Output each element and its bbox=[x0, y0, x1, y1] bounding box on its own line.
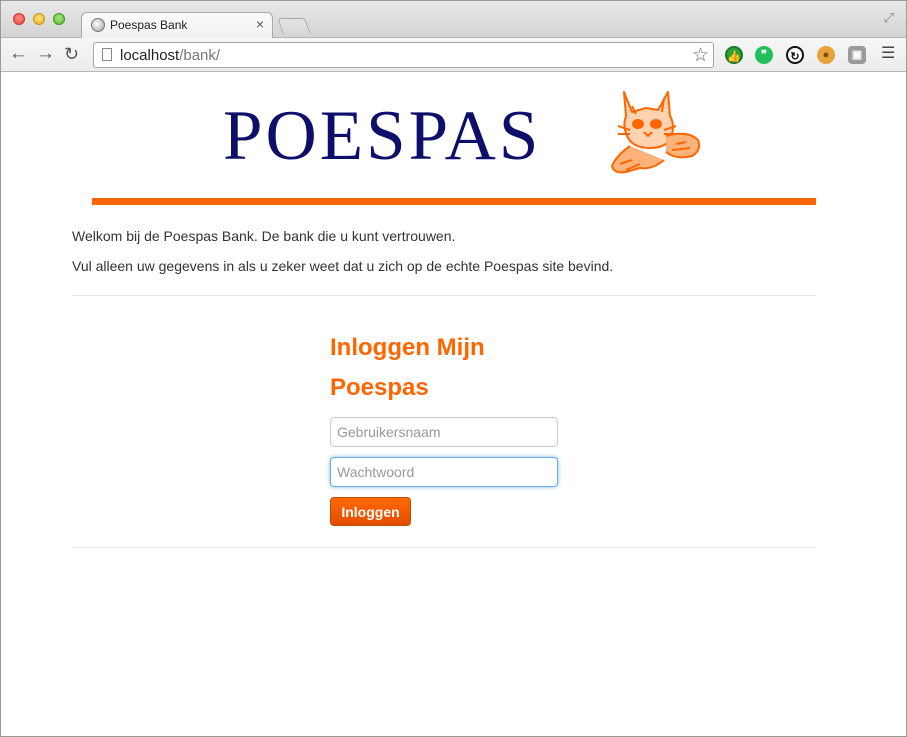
tab-close-icon[interactable]: × bbox=[256, 16, 264, 32]
browser-toolbar: ← → ↻ localhost/bank/ ☆ 👍 ❞ ↻ ● ▣ ☰ bbox=[1, 38, 906, 72]
favicon-icon bbox=[91, 18, 105, 32]
divider bbox=[72, 547, 816, 548]
tab-title: Poespas Bank bbox=[110, 18, 188, 32]
hangouts-extension-icon[interactable]: ❞ bbox=[755, 46, 773, 64]
page-icon bbox=[102, 48, 112, 61]
film-extension-icon[interactable]: ▣ bbox=[848, 46, 866, 64]
url-host: localhost bbox=[120, 47, 180, 64]
fullscreen-icon[interactable]: ⤢ bbox=[884, 10, 894, 26]
login-title: Inloggen Mijn Poespas bbox=[330, 334, 485, 401]
browser-window: Poespas Bank × ⤢ ← → ↻ localhost/bank/ ☆… bbox=[0, 0, 907, 737]
bookmark-star-icon[interactable]: ☆ bbox=[692, 44, 709, 67]
url-path: /bank/ bbox=[179, 47, 221, 64]
tab-poespas-bank[interactable]: Poespas Bank × bbox=[81, 12, 273, 38]
reload-icon[interactable]: ↻ bbox=[64, 43, 79, 65]
login-button[interactable]: Inloggen bbox=[330, 497, 411, 526]
kitten-logo-icon bbox=[611, 91, 701, 174]
cookie-extension-icon[interactable]: ● bbox=[817, 46, 835, 64]
thumbs-up-extension-icon[interactable]: 👍 bbox=[725, 46, 743, 64]
address-bar[interactable]: localhost/bank/ ☆ bbox=[93, 42, 714, 68]
poespas-logo: POESPAS bbox=[223, 97, 542, 175]
security-notice-text: Vul alleen uw gegevens in als u zeker we… bbox=[72, 258, 614, 274]
header-divider bbox=[92, 198, 816, 205]
window-close-button[interactable] bbox=[13, 13, 25, 25]
tab-strip: Poespas Bank × ⤢ bbox=[1, 1, 906, 38]
window-minimize-button[interactable] bbox=[33, 13, 45, 25]
page-content: POESPAS Welkom bij de Poespas Bank. De b… bbox=[1, 72, 906, 736]
new-tab-button[interactable] bbox=[277, 18, 311, 34]
sync-extension-icon[interactable]: ↻ bbox=[786, 46, 804, 64]
back-icon[interactable]: ← bbox=[9, 43, 28, 65]
welcome-text: Welkom bij de Poespas Bank. De bank die … bbox=[72, 228, 456, 244]
window-zoom-button[interactable] bbox=[53, 13, 65, 25]
url-text[interactable]: localhost/bank/ bbox=[120, 47, 220, 64]
password-input[interactable] bbox=[330, 457, 558, 487]
forward-icon[interactable]: → bbox=[36, 43, 55, 65]
divider bbox=[72, 295, 816, 296]
menu-icon[interactable]: ☰ bbox=[881, 46, 895, 62]
username-input[interactable] bbox=[330, 417, 558, 447]
